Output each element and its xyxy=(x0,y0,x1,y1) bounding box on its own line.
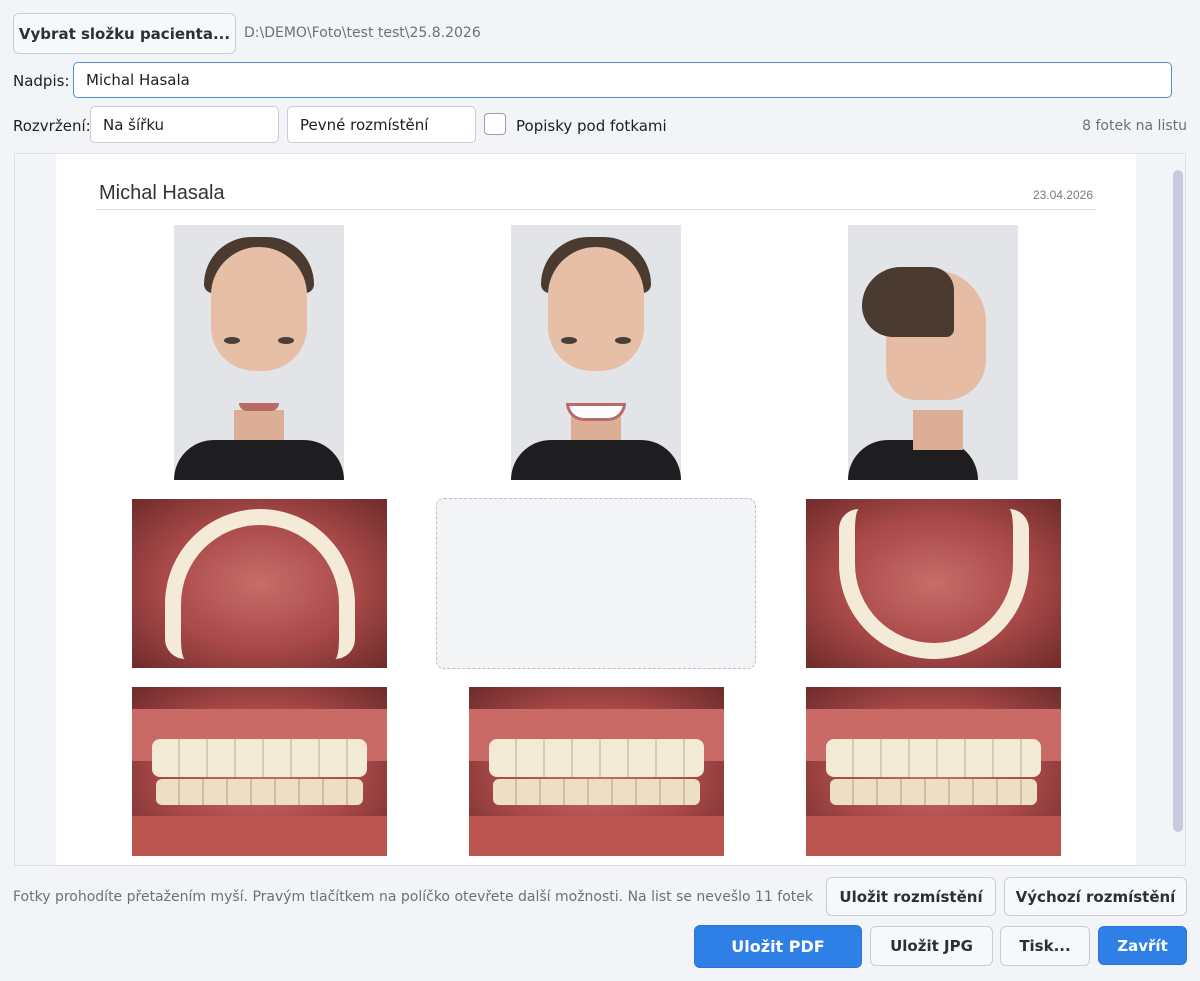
photo-profile[interactable] xyxy=(848,225,1018,480)
save-layout-button[interactable]: Uložit rozmístění xyxy=(826,877,996,916)
photo-frontal-smile[interactable] xyxy=(511,225,681,480)
captions-checkbox[interactable] xyxy=(484,113,506,135)
default-layout-button[interactable]: Výchozí rozmístění xyxy=(1004,877,1187,916)
choose-patient-folder-button[interactable]: Vybrat složku pacienta... xyxy=(13,13,236,54)
save-pdf-button[interactable]: Uložit PDF xyxy=(694,925,862,968)
folder-path: D:\DEMO\Foto\test test\25.8.2026 xyxy=(244,25,481,41)
placement-select[interactable]: Pevné rozmístění xyxy=(287,106,476,143)
orientation-select[interactable]: Na šířku xyxy=(90,106,279,143)
sheet-date: 23.04.2026 xyxy=(1032,188,1093,202)
print-button[interactable]: Tisk... xyxy=(1000,926,1090,966)
photo-frontal-face[interactable] xyxy=(174,225,344,480)
sheet-title: Michal Hasala xyxy=(99,182,225,204)
photo-lower-occlusal[interactable] xyxy=(806,499,1061,668)
photo-right-buccal[interactable] xyxy=(132,687,387,856)
photo-frontal-bite[interactable] xyxy=(469,687,724,856)
photos-per-sheet: 8 fotek na listu xyxy=(1082,118,1187,134)
empty-photo-slot[interactable] xyxy=(436,498,756,669)
close-button[interactable]: Zavřít xyxy=(1098,926,1187,965)
sheet-divider xyxy=(96,209,1096,210)
photo-left-buccal[interactable] xyxy=(806,687,1061,856)
preview-scrollbar[interactable] xyxy=(1173,170,1183,832)
layout-label: Rozvržení: xyxy=(13,117,91,135)
caption-input[interactable]: Michal Hasala xyxy=(73,62,1172,98)
sheet-preview[interactable]: Michal Hasala 23.04.2026 xyxy=(14,153,1186,866)
caption-label: Nadpis: xyxy=(13,72,70,90)
photo-upper-occlusal[interactable] xyxy=(132,499,387,668)
footer-hint: Fotky prohodíte přetažením myší. Pravým … xyxy=(13,889,813,905)
save-jpg-button[interactable]: Uložit JPG xyxy=(870,926,993,966)
captions-checkbox-label[interactable]: Popisky pod fotkami xyxy=(516,117,667,135)
sheet-page: Michal Hasala 23.04.2026 xyxy=(56,154,1136,865)
